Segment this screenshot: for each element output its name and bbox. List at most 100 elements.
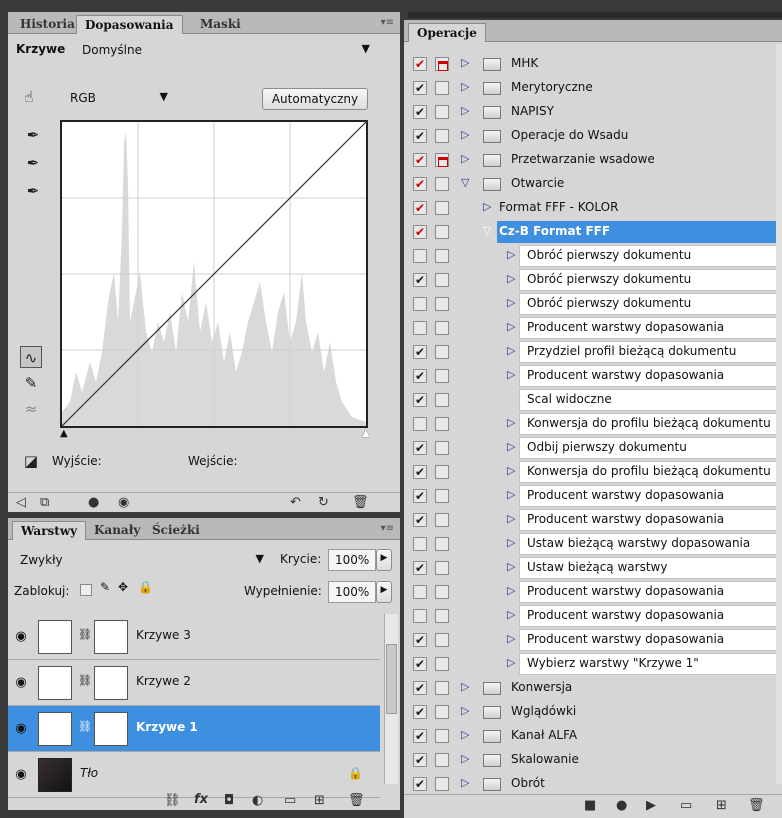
action-label[interactable]: Producent warstwy dopasowania [527,488,724,502]
toggle-item-checkbox[interactable]: ✔ [413,129,427,143]
layer-row[interactable]: ◉ ⛓ Krzywe 2 [8,660,380,706]
dialog-toggle-icon[interactable] [435,441,449,455]
action-row[interactable]: ✔ ▷ Format FFF - KOLOR [409,196,776,220]
action-label[interactable]: Producent warstwy dopasowania [527,368,724,382]
record-icon[interactable]: ● [616,798,627,813]
toggle-item-checkbox[interactable]: ✔ [413,729,427,743]
action-label[interactable]: Wybierz warstwy "Krzywe 1" [527,656,699,670]
view-previous-icon[interactable]: ↶ [290,495,301,510]
toggle-item-checkbox[interactable]: ✔ [413,201,427,215]
action-row[interactable]: ✔ ▷ Konwersja [409,676,776,700]
add-mask-icon[interactable]: ◘ [224,793,234,808]
expand-closed-icon[interactable]: ▷ [507,248,515,261]
expand-closed-icon[interactable]: ▷ [507,344,515,357]
trash-icon[interactable]: 🗑 [352,495,369,510]
action-row[interactable]: ✔ ▷ Obróć pierwszy dokumentu [409,268,776,292]
action-label[interactable]: Ustaw bieżącą warstwy [527,560,667,574]
panel-menu-icon[interactable]: ▾≡ [381,523,394,534]
expand-view-icon[interactable]: ⧉ [40,495,49,510]
action-row[interactable]: ✔ ▷ Merytoryczne [409,76,776,100]
dialog-toggle-icon[interactable] [435,777,449,791]
action-label[interactable]: Producent warstwy dopasowania [527,320,724,334]
curve-edit-icon[interactable]: ∿ [20,346,42,368]
action-row[interactable]: ✔ ▷ Wybierz warstwy "Krzywe 1" [409,652,776,676]
white-eyedropper-icon[interactable]: ✒ [22,180,44,202]
action-row[interactable]: ✔ ▷ Konwersja do profilu bieżącą dokumentu [409,460,776,484]
scrollbar-thumb[interactable] [386,644,397,714]
layers-scrollbar[interactable] [384,614,398,784]
dialog-toggle-icon[interactable] [435,177,449,191]
toggle-item-checkbox[interactable]: ✔ [413,57,427,71]
tab-masks[interactable]: Maski [192,15,249,34]
new-action-icon[interactable]: ⊞ [716,798,727,813]
expand-closed-icon[interactable]: ▷ [461,128,469,141]
action-row[interactable]: ▷ Producent warstwy dopasowania [409,316,776,340]
expand-closed-icon[interactable]: ▷ [461,704,469,717]
expand-closed-icon[interactable]: ▷ [507,272,515,285]
action-row[interactable]: ▷ Producent warstwy dopasowania [409,580,776,604]
visibility-eye-icon[interactable]: ◉ [10,764,32,786]
expand-closed-icon[interactable]: ▷ [507,512,515,525]
tab-adjustments[interactable]: Dopasowania [76,15,183,34]
toggle-item-checkbox[interactable]: ✔ [413,177,427,191]
action-row[interactable]: ✔ ▷ MHK [409,52,776,76]
fill-input[interactable]: 100% [328,581,376,603]
opacity-input[interactable]: 100% [328,549,376,571]
action-label[interactable]: Scal widoczne [527,392,612,406]
action-row[interactable]: ▷ Ustaw bieżącą warstwy dopasowania [409,532,776,556]
toggle-item-checkbox[interactable] [413,585,427,599]
dialog-toggle-icon[interactable] [435,129,449,143]
action-label[interactable]: Merytoryczne [511,80,593,94]
action-row[interactable]: ✔ Scal widoczne [409,388,776,412]
action-label[interactable]: Format FFF - KOLOR [499,200,618,214]
dialog-toggle-icon[interactable] [435,105,449,119]
expand-open-icon[interactable]: ▽ [461,176,469,189]
dialog-toggle-icon[interactable] [435,225,449,239]
action-label[interactable]: Przydziel profil bieżącą dokumentu [527,344,736,358]
action-row[interactable]: ✔ ▷ Odbij pierwszy dokumentu [409,436,776,460]
toggle-item-checkbox[interactable]: ✔ [413,657,427,671]
dialog-toggle-icon[interactable] [435,153,449,167]
action-label[interactable]: Obróć pierwszy dokumentu [527,272,691,286]
layer-mask-thumbnail[interactable] [94,666,128,700]
toggle-item-checkbox[interactable]: ✔ [413,681,427,695]
expand-closed-icon[interactable]: ▷ [461,152,469,165]
dialog-toggle-icon[interactable] [435,321,449,335]
expand-closed-icon[interactable]: ▷ [507,608,515,621]
back-arrow-icon[interactable]: ◁ [16,495,26,510]
action-row[interactable]: ✔ ▽ Otwarcie [409,172,776,196]
tab-channels[interactable]: Kanały [86,521,148,540]
toggle-item-checkbox[interactable]: ✔ [413,105,427,119]
toggle-item-checkbox[interactable]: ✔ [413,153,427,167]
layer-name[interactable]: Krzywe 1 [136,720,198,734]
dialog-toggle-icon[interactable] [435,729,449,743]
toggle-item-checkbox[interactable]: ✔ [413,705,427,719]
toggle-item-checkbox[interactable]: ✔ [413,753,427,767]
link-chain-icon[interactable]: ⛓ [78,628,92,641]
dialog-toggle-icon[interactable] [435,489,449,503]
toggle-item-checkbox[interactable] [413,417,427,431]
action-label[interactable]: Obróć pierwszy dokumentu [527,248,691,262]
dialog-toggle-icon[interactable] [435,369,449,383]
fill-arrow-icon[interactable]: ▶ [376,581,392,603]
expand-closed-icon[interactable]: ▷ [507,536,515,549]
new-set-icon[interactable]: ▭ [680,798,692,813]
action-row[interactable]: ✔ ▷ Skalowanie [409,748,776,772]
new-group-icon[interactable]: ▭ [284,793,296,808]
dialog-toggle-icon[interactable] [435,57,449,71]
action-label[interactable]: Konwersja do profilu bieżącą dokumentu [527,416,771,430]
black-eyedropper-icon[interactable]: ✒ [22,124,44,146]
expand-closed-icon[interactable]: ▷ [461,80,469,93]
expand-closed-icon[interactable]: ▷ [461,680,469,693]
action-row[interactable]: ✔ ▷ Wglądówki [409,700,776,724]
lock-transparent-icon[interactable] [80,584,92,596]
expand-closed-icon[interactable]: ▷ [507,656,515,669]
dialog-toggle-icon[interactable] [435,633,449,647]
link-chain-icon[interactable]: ⛓ [78,674,92,687]
toggle-item-checkbox[interactable]: ✔ [413,345,427,359]
tab-actions[interactable]: Operacje [408,23,486,42]
action-row[interactable]: ✔ ▷ Obrót [409,772,776,796]
black-point-slider-icon[interactable]: ▲ [60,428,68,439]
preset-dropdown[interactable]: Domyślne ▼ [76,40,376,62]
toggle-item-checkbox[interactable]: ✔ [413,441,427,455]
